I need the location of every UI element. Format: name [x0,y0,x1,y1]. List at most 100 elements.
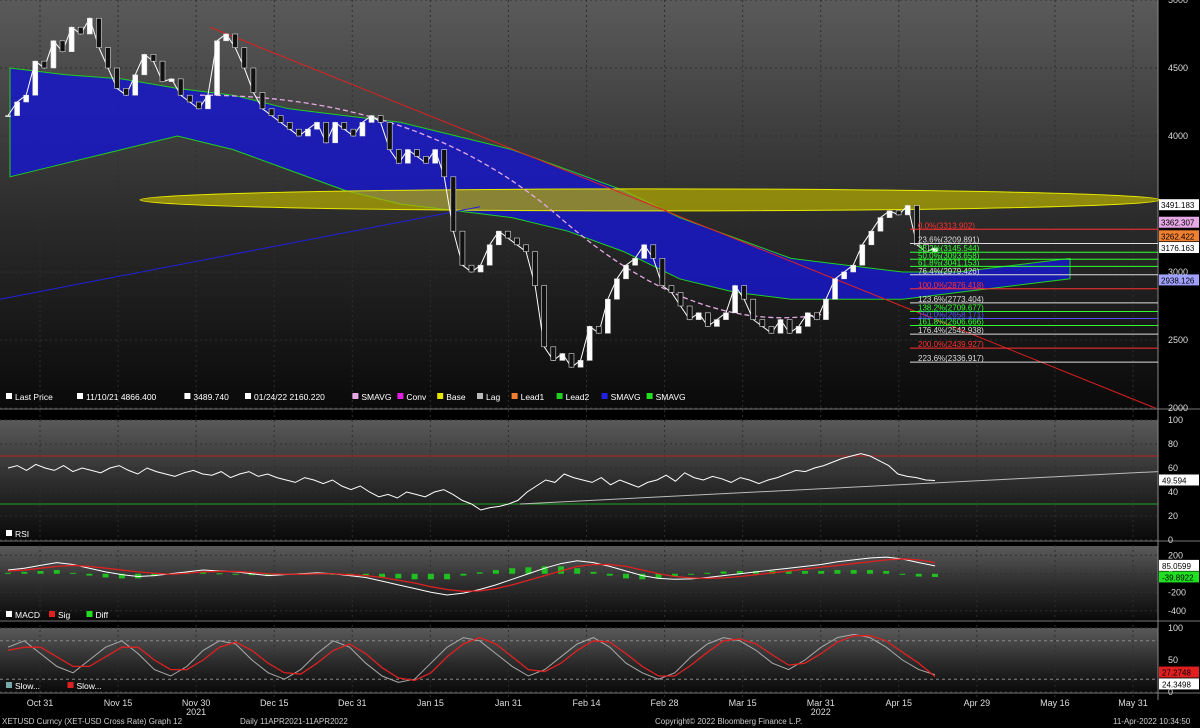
x-tick-label: May 16 [1040,698,1070,708]
x-tick-label: Nov 15 [104,698,133,708]
price-candle [168,78,175,82]
x-tick-label: Feb 28 [651,698,679,708]
price-candle [32,60,39,96]
macd-diff-bar [883,570,890,574]
macd-diff-bar [850,570,857,574]
value-tag-text: 3262.422 [1161,232,1195,241]
price-candle [277,115,284,123]
macd-tag-text: 85.0599 [1162,562,1191,571]
price-candle [732,285,738,314]
macd-diff-bar [460,573,467,576]
price-candle [877,217,884,232]
price-candle [232,33,239,48]
legend-swatch [86,611,93,617]
price-candle [895,210,902,216]
price-candle [114,67,120,89]
price-candle [550,346,557,361]
price-candle [332,122,338,144]
legend-entry: SMAVG [361,392,391,402]
macd-diff-bar [53,570,60,574]
fib-label: 176.4%(2542.938) [918,326,984,335]
price-candle [395,149,402,164]
macd-diff-bar [688,573,695,575]
macd-diff-bar [37,570,44,574]
panel-stoch [0,628,1158,692]
price-candle [723,312,729,320]
macd-diff-bar [395,573,402,579]
footer-time: 11-Apr-2022 10:34:50 [1113,717,1191,726]
legend-swatch [511,393,518,399]
x-tick-label: Dec 31 [338,698,367,708]
x-tick-label: Apr 15 [886,698,913,708]
price-candle [414,149,420,157]
macd-diff-bar [21,571,28,574]
price-candle [296,128,302,137]
price-candle [196,101,202,110]
stoch-legend: Slow... [15,681,40,691]
value-tag-text: 3362.307 [1161,219,1195,228]
price-candle [859,244,866,266]
macd-diff-bar [444,573,451,580]
price-candle [50,40,57,69]
year-label: 2022 [811,707,831,717]
fib-label: 100.0%(2876.418) [918,281,984,290]
price-candle [777,319,784,334]
price-candle [750,298,757,320]
price-candle [432,149,438,164]
price-candle [477,264,484,273]
legend-entry: 11/10/21 4866.400 [86,392,157,402]
price-candle [314,122,320,130]
macd-legend: Sig [58,610,71,620]
price-candle [368,115,375,123]
macd-diff-bar [866,570,873,574]
y-tick-label: 200 [1168,550,1183,560]
legend-swatch [184,393,191,399]
price-candle [795,326,802,334]
price-candle [459,230,466,266]
price-candle [105,47,111,69]
legend-entry: Lead1 [521,392,545,402]
y-tick-label: -400 [1168,606,1186,616]
price-candle [223,33,229,42]
macd-legend: Diff [96,610,109,620]
price-candle [632,258,638,266]
legend-entry: SMAVG [656,392,686,402]
legend-swatch [397,393,404,399]
price-candle [305,128,311,137]
price-candle [441,149,448,178]
price-candle [5,115,11,117]
price-candle [768,326,775,334]
price-candle [523,244,529,252]
macd-diff-bar [86,573,93,576]
price-candle [659,258,666,286]
price-candle [695,312,702,320]
legend-entry: SMAVG [611,392,641,402]
price-candle [614,278,620,300]
price-candle [132,74,139,96]
macd-diff-bar [704,572,711,574]
price-candle [323,122,329,144]
resistance-ellipse [139,188,1161,212]
price-candle [641,244,647,259]
price-candle [386,122,393,150]
price-candle [495,230,502,246]
macd-diff-bar [509,568,516,574]
legend-entry: Conv [406,392,427,402]
price-candle [341,122,348,130]
price-candle [68,26,75,52]
price-candle [804,312,811,327]
y-tick-label: 40 [1168,487,1178,497]
legend-swatch [437,393,444,399]
x-tick-label: Jan 31 [495,698,522,708]
price-candle [868,230,875,246]
macd-diff-bar [102,573,109,578]
fib-label: 200.0%(2439.927) [918,340,984,349]
price-candle [250,67,257,93]
legend-swatch [245,393,251,399]
price-candle [841,271,847,280]
price-candle [150,54,157,62]
legend-entry: Base [446,392,466,402]
price-candle [159,60,166,82]
fib-label: 223.6%(2336.917) [918,354,984,363]
price-candle [823,298,829,320]
